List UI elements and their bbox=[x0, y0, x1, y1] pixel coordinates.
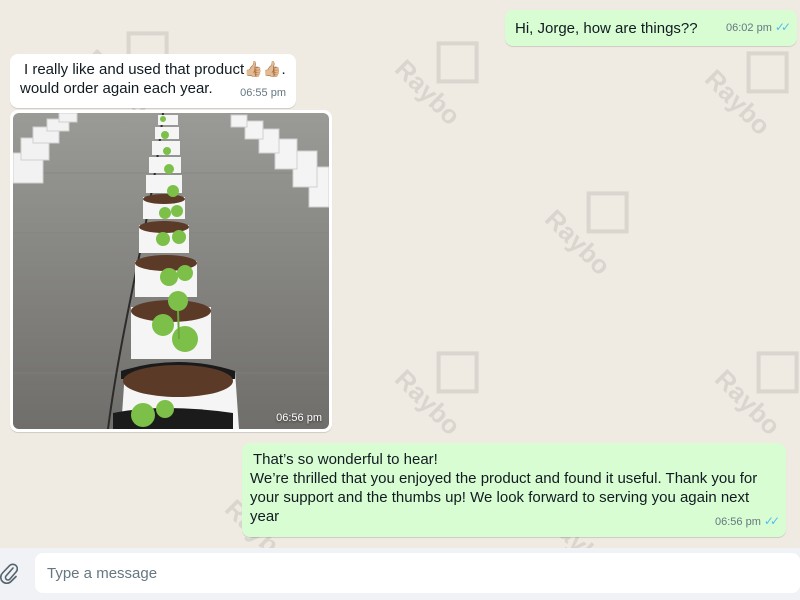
paperclip-icon[interactable] bbox=[0, 563, 19, 585]
outgoing-message[interactable]: That’s so wonderful to hear! We’re thril… bbox=[242, 443, 786, 537]
message-meta: 06:02 pm ✓✓ bbox=[726, 18, 791, 38]
message-time: 06:02 pm bbox=[726, 22, 772, 34]
watermark-text: Raybo bbox=[389, 363, 467, 441]
message-time: 06:56 pm bbox=[715, 516, 761, 528]
message-time: 06:56 pm bbox=[276, 412, 322, 424]
greenhouse-photo[interactable] bbox=[13, 113, 329, 429]
outgoing-message[interactable]: Hi, Jorge, how are things?? 06:02 pm ✓✓ bbox=[505, 10, 797, 46]
incoming-image-message[interactable]: 06:56 pm bbox=[10, 110, 332, 432]
chat-panel[interactable]: Raybo Raybo Raybo Raybo Raybo Raybo Rayb… bbox=[0, 0, 800, 548]
read-ticks-icon: ✓✓ bbox=[763, 514, 780, 528]
watermark-text: Raybo bbox=[709, 363, 787, 441]
watermark-text: Raybo bbox=[539, 203, 617, 281]
incoming-message[interactable]: I really like and used that product👍🏼👍🏼.… bbox=[10, 54, 296, 108]
message-text-line: That’s so wonderful to hear! bbox=[253, 451, 438, 468]
message-text-line: I really like and used that product👍🏼👍🏼. bbox=[24, 61, 286, 78]
watermark: Raybo bbox=[345, 5, 515, 175]
message-text: We’re thrilled that you enjoyed the prod… bbox=[250, 470, 758, 525]
watermark-text: Raybo bbox=[699, 63, 777, 141]
message-input[interactable] bbox=[35, 553, 800, 593]
watermark-text: Raybo bbox=[389, 53, 467, 131]
message-text: Hi, Jorge, how are things?? bbox=[515, 19, 698, 37]
message-time: 06:55 pm bbox=[240, 87, 286, 99]
message-meta: 06:56 pm ✓✓ bbox=[715, 512, 780, 532]
read-ticks-icon: ✓✓ bbox=[774, 20, 791, 34]
watermark: Raybo bbox=[495, 155, 665, 325]
